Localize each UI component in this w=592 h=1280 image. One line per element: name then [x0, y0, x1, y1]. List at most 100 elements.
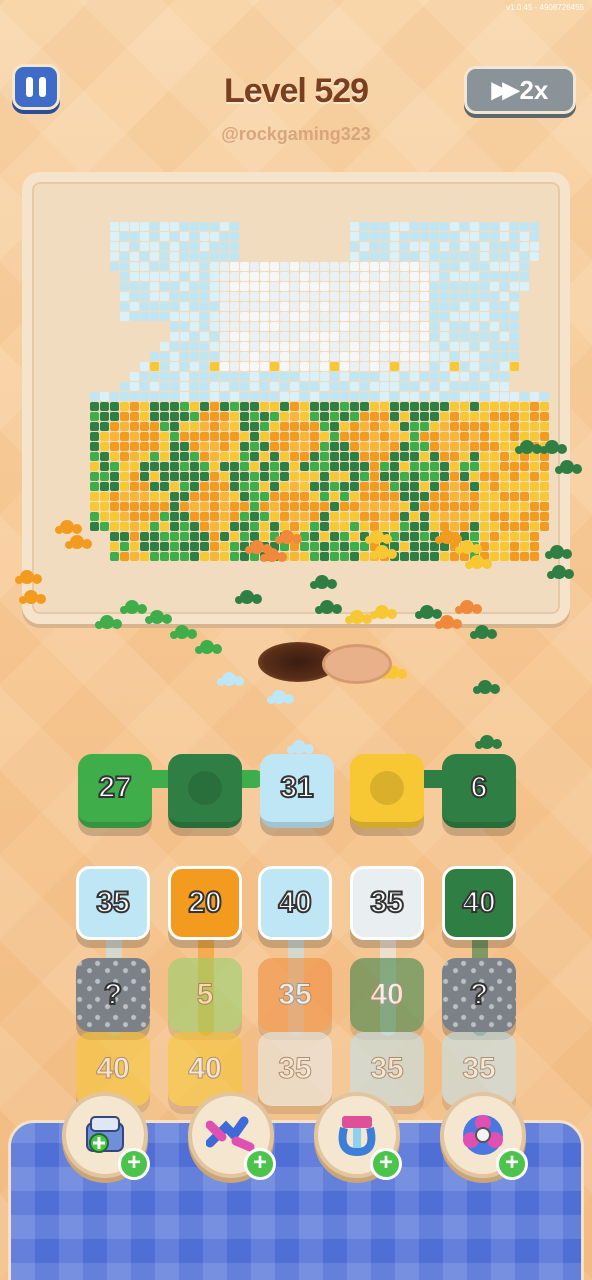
pixel-block	[270, 502, 279, 511]
pixel-block	[490, 362, 499, 371]
pixel-block	[400, 442, 409, 451]
add-booster-plus-icon[interactable]: +	[244, 1148, 276, 1180]
pixel-block	[280, 272, 289, 281]
pixel-block	[320, 522, 329, 531]
pixel-block	[360, 382, 369, 391]
pixel-block	[290, 282, 299, 291]
pixel-block	[520, 242, 529, 251]
pixel-block	[120, 432, 129, 441]
pixel-block	[480, 512, 489, 521]
ant	[222, 672, 236, 686]
pixel-block	[210, 372, 219, 381]
pixel-block	[420, 432, 429, 441]
pixel-block	[370, 282, 379, 291]
pixel-block	[280, 362, 289, 371]
pixel-block	[150, 452, 159, 461]
pixel-block	[110, 232, 119, 241]
pixel-block	[220, 402, 229, 411]
pixel-block	[290, 322, 299, 331]
pixel-block	[270, 332, 279, 341]
pixel-block	[320, 402, 329, 411]
shuffle-booster[interactable]: +	[188, 1092, 276, 1180]
pixel-block	[430, 322, 439, 331]
pixel-block	[540, 502, 549, 511]
pixel-block	[330, 272, 339, 281]
queue-tile[interactable]: 40	[258, 866, 332, 940]
pixel-block	[230, 382, 239, 391]
pixel-block	[500, 242, 509, 251]
queue-tile[interactable]: 35	[350, 866, 424, 940]
pixel-block	[130, 252, 139, 261]
pixel-block	[300, 512, 309, 521]
queue-tile[interactable]: 35	[76, 866, 150, 940]
magnet-booster[interactable]: +	[314, 1092, 402, 1180]
pixel-block	[470, 522, 479, 531]
spin-booster[interactable]: +	[440, 1092, 528, 1180]
pixel-block	[130, 232, 139, 241]
pixel-block	[510, 262, 519, 271]
pixel-block	[230, 502, 239, 511]
pixel-block	[400, 242, 409, 251]
pixel-block	[480, 422, 489, 431]
active-slot[interactable]	[168, 754, 242, 828]
pixel-block	[460, 412, 469, 421]
pixel-block	[350, 402, 359, 411]
pixel-block	[170, 282, 179, 291]
pixel-block	[150, 442, 159, 451]
active-slot[interactable]: 6	[442, 754, 516, 828]
pixel-block	[210, 472, 219, 481]
pixel-block	[150, 422, 159, 431]
queue-tile[interactable]: 20	[168, 866, 242, 940]
pixel-block	[350, 352, 359, 361]
pixel-block	[130, 472, 139, 481]
pixel-block	[480, 372, 489, 381]
active-slot[interactable]: 31	[260, 754, 334, 828]
pixel-block	[140, 262, 149, 271]
pixel-block	[370, 442, 379, 451]
tile-count: 40	[277, 885, 312, 920]
add-booster-plus-icon[interactable]: +	[496, 1148, 528, 1180]
pixel-block	[490, 532, 499, 541]
pixel-block	[300, 532, 309, 541]
pixel-block	[300, 452, 309, 461]
pixel-block	[500, 262, 509, 271]
pixel-block	[450, 262, 459, 271]
speed-button[interactable]: ▶▶ 2x	[464, 66, 576, 114]
pixel-block	[450, 472, 459, 481]
add-booster-plus-icon[interactable]: +	[370, 1148, 402, 1180]
pixel-block	[290, 462, 299, 471]
pixel-block	[160, 532, 169, 541]
pixel-block	[210, 492, 219, 501]
pixel-block	[350, 312, 359, 321]
pixel-block	[380, 462, 389, 471]
pixel-block	[150, 222, 159, 231]
pixel-block	[340, 482, 349, 491]
pixel-block	[490, 372, 499, 381]
pixel-block	[160, 402, 169, 411]
pixel-block	[160, 432, 169, 441]
pixel-block	[210, 292, 219, 301]
pixel-block	[410, 512, 419, 521]
pixel-block	[390, 472, 399, 481]
active-slot[interactable]: 27	[78, 754, 152, 828]
pixel-block	[310, 402, 319, 411]
pixel-block	[190, 462, 199, 471]
pixel-block	[190, 372, 199, 381]
pixel-block	[530, 422, 539, 431]
pixel-block	[430, 232, 439, 241]
queue-tile[interactable]: 40	[442, 866, 516, 940]
pixel-block	[180, 412, 189, 421]
pixel-block	[120, 242, 129, 251]
active-slot[interactable]	[350, 754, 424, 828]
pixel-block	[180, 262, 189, 271]
pixel-block	[290, 512, 299, 521]
pixel-block	[180, 282, 189, 291]
pixel-block	[300, 472, 309, 481]
pixel-block	[290, 472, 299, 481]
pixel-block	[510, 282, 519, 291]
pixel-block	[350, 492, 359, 501]
pixel-block	[120, 392, 129, 401]
add-slot-booster[interactable]: +	[62, 1092, 150, 1180]
add-booster-plus-icon[interactable]: +	[118, 1148, 150, 1180]
pixel-block	[530, 462, 539, 471]
